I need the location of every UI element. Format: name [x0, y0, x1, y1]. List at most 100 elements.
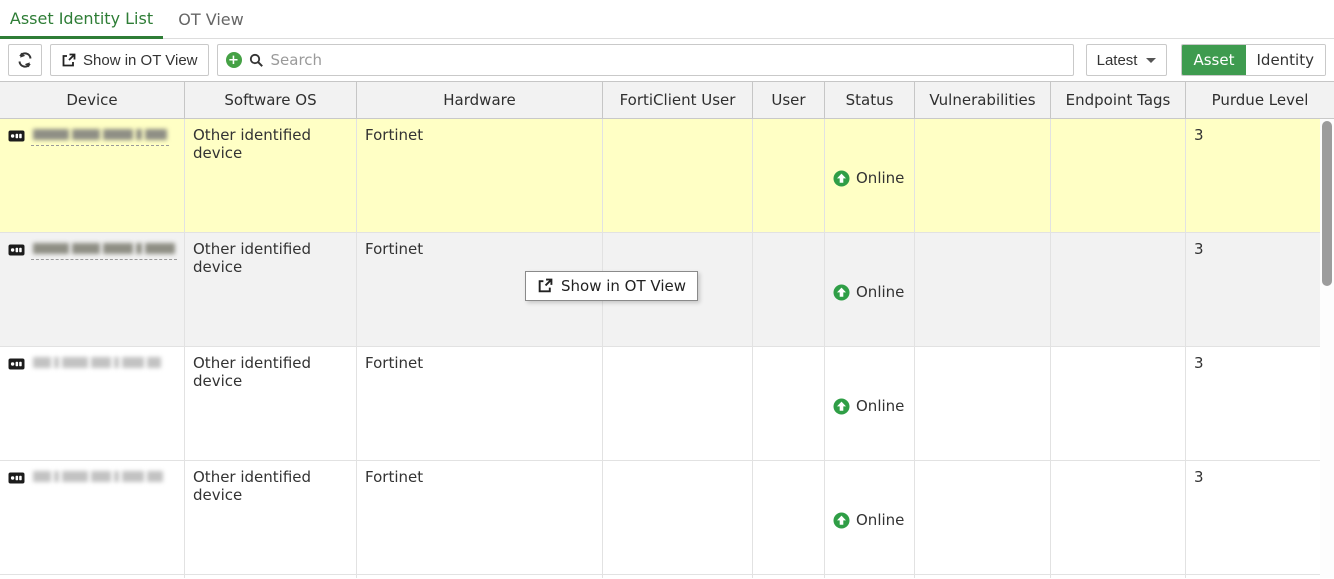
vulnerabilities-cell: [915, 347, 1051, 460]
column-header-forticlient-user[interactable]: FortiClient User: [603, 82, 753, 118]
status-label: Online: [856, 511, 904, 529]
endpoint-tags-cell: [1051, 575, 1186, 578]
column-header-software-os[interactable]: Software OS: [185, 82, 357, 118]
show-in-ot-view-tooltip[interactable]: Show in OT View: [525, 271, 698, 301]
chevron-down-icon: [1146, 58, 1156, 63]
tab-label: Asset Identity List: [10, 9, 153, 28]
identity-toggle-button[interactable]: Identity: [1246, 45, 1326, 75]
column-header-purdue-level[interactable]: Purdue Level: [1186, 82, 1334, 118]
purdue-level-cell: 3: [1186, 461, 1334, 574]
show-in-ot-view-label: Show in OT View: [83, 52, 198, 69]
column-header-endpoint-tags[interactable]: Endpoint Tags: [1051, 82, 1186, 118]
status-label: Online: [856, 283, 904, 301]
search-icon: [249, 53, 264, 68]
endpoint-tags-cell: [1051, 461, 1186, 574]
table-header: Device Software OS Hardware FortiClient …: [0, 82, 1334, 119]
column-header-vulnerabilities[interactable]: Vulnerabilities: [915, 82, 1051, 118]
software-os-cell: [185, 575, 357, 578]
software-os-cell: Other identified device: [185, 347, 357, 460]
table-row[interactable]: [0, 575, 1334, 578]
device-cell[interactable]: [0, 233, 185, 346]
table-row[interactable]: Other identified device Fortinet Online …: [0, 119, 1334, 233]
device-icon: [8, 354, 25, 374]
tab-asset-identity-list[interactable]: Asset Identity List: [0, 0, 163, 39]
status-cell: Online: [825, 461, 915, 574]
device-icon: [8, 126, 25, 146]
search-input[interactable]: [271, 51, 1065, 69]
scrollbar-thumb[interactable]: [1322, 121, 1332, 286]
tooltip-label: Show in OT View: [561, 277, 686, 295]
user-cell: [753, 119, 825, 232]
search-bar[interactable]: +: [217, 44, 1074, 76]
column-header-status[interactable]: Status: [825, 82, 915, 118]
status-cell: Online: [825, 119, 915, 232]
vulnerabilities-cell: [915, 461, 1051, 574]
purdue-level-cell: 3: [1186, 119, 1334, 232]
user-cell: [753, 233, 825, 346]
toolbar-right-group: Latest Asset Identity: [1086, 44, 1326, 76]
user-cell: [753, 575, 825, 578]
online-status-icon: [833, 398, 850, 415]
identity-toggle-label: Identity: [1257, 51, 1315, 69]
refresh-icon: [16, 51, 34, 69]
refresh-button[interactable]: [8, 44, 42, 76]
column-header-user[interactable]: User: [753, 82, 825, 118]
hardware-cell: [357, 575, 603, 578]
status-cell: [825, 575, 915, 578]
user-cell: [753, 347, 825, 460]
endpoint-tags-cell: [1051, 233, 1186, 346]
software-os-cell: Other identified device: [185, 119, 357, 232]
asset-toggle-label: Asset: [1193, 51, 1234, 69]
tab-ot-view[interactable]: OT View: [163, 0, 259, 39]
device-cell[interactable]: [0, 461, 185, 574]
device-icon: [8, 240, 25, 260]
online-status-icon: [833, 512, 850, 529]
purdue-level-cell: [1186, 575, 1334, 578]
device-name-redacted[interactable]: [31, 354, 163, 374]
online-status-icon: [833, 284, 850, 301]
latest-dropdown-label: Latest: [1097, 52, 1138, 69]
vertical-scrollbar[interactable]: [1320, 119, 1334, 578]
device-cell[interactable]: [0, 119, 185, 232]
device-name-redacted[interactable]: [31, 468, 165, 488]
device-name-redacted[interactable]: [31, 240, 177, 260]
vulnerabilities-cell: [915, 233, 1051, 346]
status-cell: Online: [825, 233, 915, 346]
endpoint-tags-cell: [1051, 119, 1186, 232]
column-header-hardware[interactable]: Hardware: [357, 82, 603, 118]
user-cell: [753, 461, 825, 574]
hardware-cell: Fortinet: [357, 461, 603, 574]
hardware-cell: Fortinet: [357, 119, 603, 232]
external-link-icon: [61, 53, 76, 68]
table-body: Other identified device Fortinet Online …: [0, 119, 1334, 578]
software-os-cell: Other identified device: [185, 461, 357, 574]
latest-dropdown[interactable]: Latest: [1086, 44, 1168, 76]
status-label: Online: [856, 397, 904, 415]
device-cell[interactable]: [0, 347, 185, 460]
asset-table: Device Software OS Hardware FortiClient …: [0, 81, 1334, 578]
forticlient-user-cell: [603, 347, 753, 460]
endpoint-tags-cell: [1051, 347, 1186, 460]
column-header-device[interactable]: Device: [0, 82, 185, 118]
purdue-level-cell: 3: [1186, 347, 1334, 460]
tab-bar: Asset Identity List OT View: [0, 0, 1334, 39]
toolbar: Show in OT View + Latest Asset Identity: [0, 39, 1334, 81]
purdue-level-cell: 3: [1186, 233, 1334, 346]
software-os-cell: Other identified device: [185, 233, 357, 346]
status-label: Online: [856, 169, 904, 187]
view-mode-toggle: Asset Identity: [1181, 44, 1326, 76]
add-filter-icon[interactable]: +: [226, 52, 242, 68]
table-row[interactable]: Other identified device Fortinet Online …: [0, 461, 1334, 575]
table-row[interactable]: Other identified device Fortinet Online …: [0, 347, 1334, 461]
device-icon: [8, 468, 25, 488]
forticlient-user-cell: [603, 461, 753, 574]
external-link-icon: [537, 278, 553, 294]
asset-toggle-button[interactable]: Asset: [1182, 45, 1245, 75]
vulnerabilities-cell: [915, 119, 1051, 232]
vulnerabilities-cell: [915, 575, 1051, 578]
show-in-ot-view-button[interactable]: Show in OT View: [50, 44, 209, 76]
status-cell: Online: [825, 347, 915, 460]
forticlient-user-cell: [603, 119, 753, 232]
hardware-cell: Fortinet: [357, 347, 603, 460]
device-name-redacted[interactable]: [31, 126, 169, 146]
